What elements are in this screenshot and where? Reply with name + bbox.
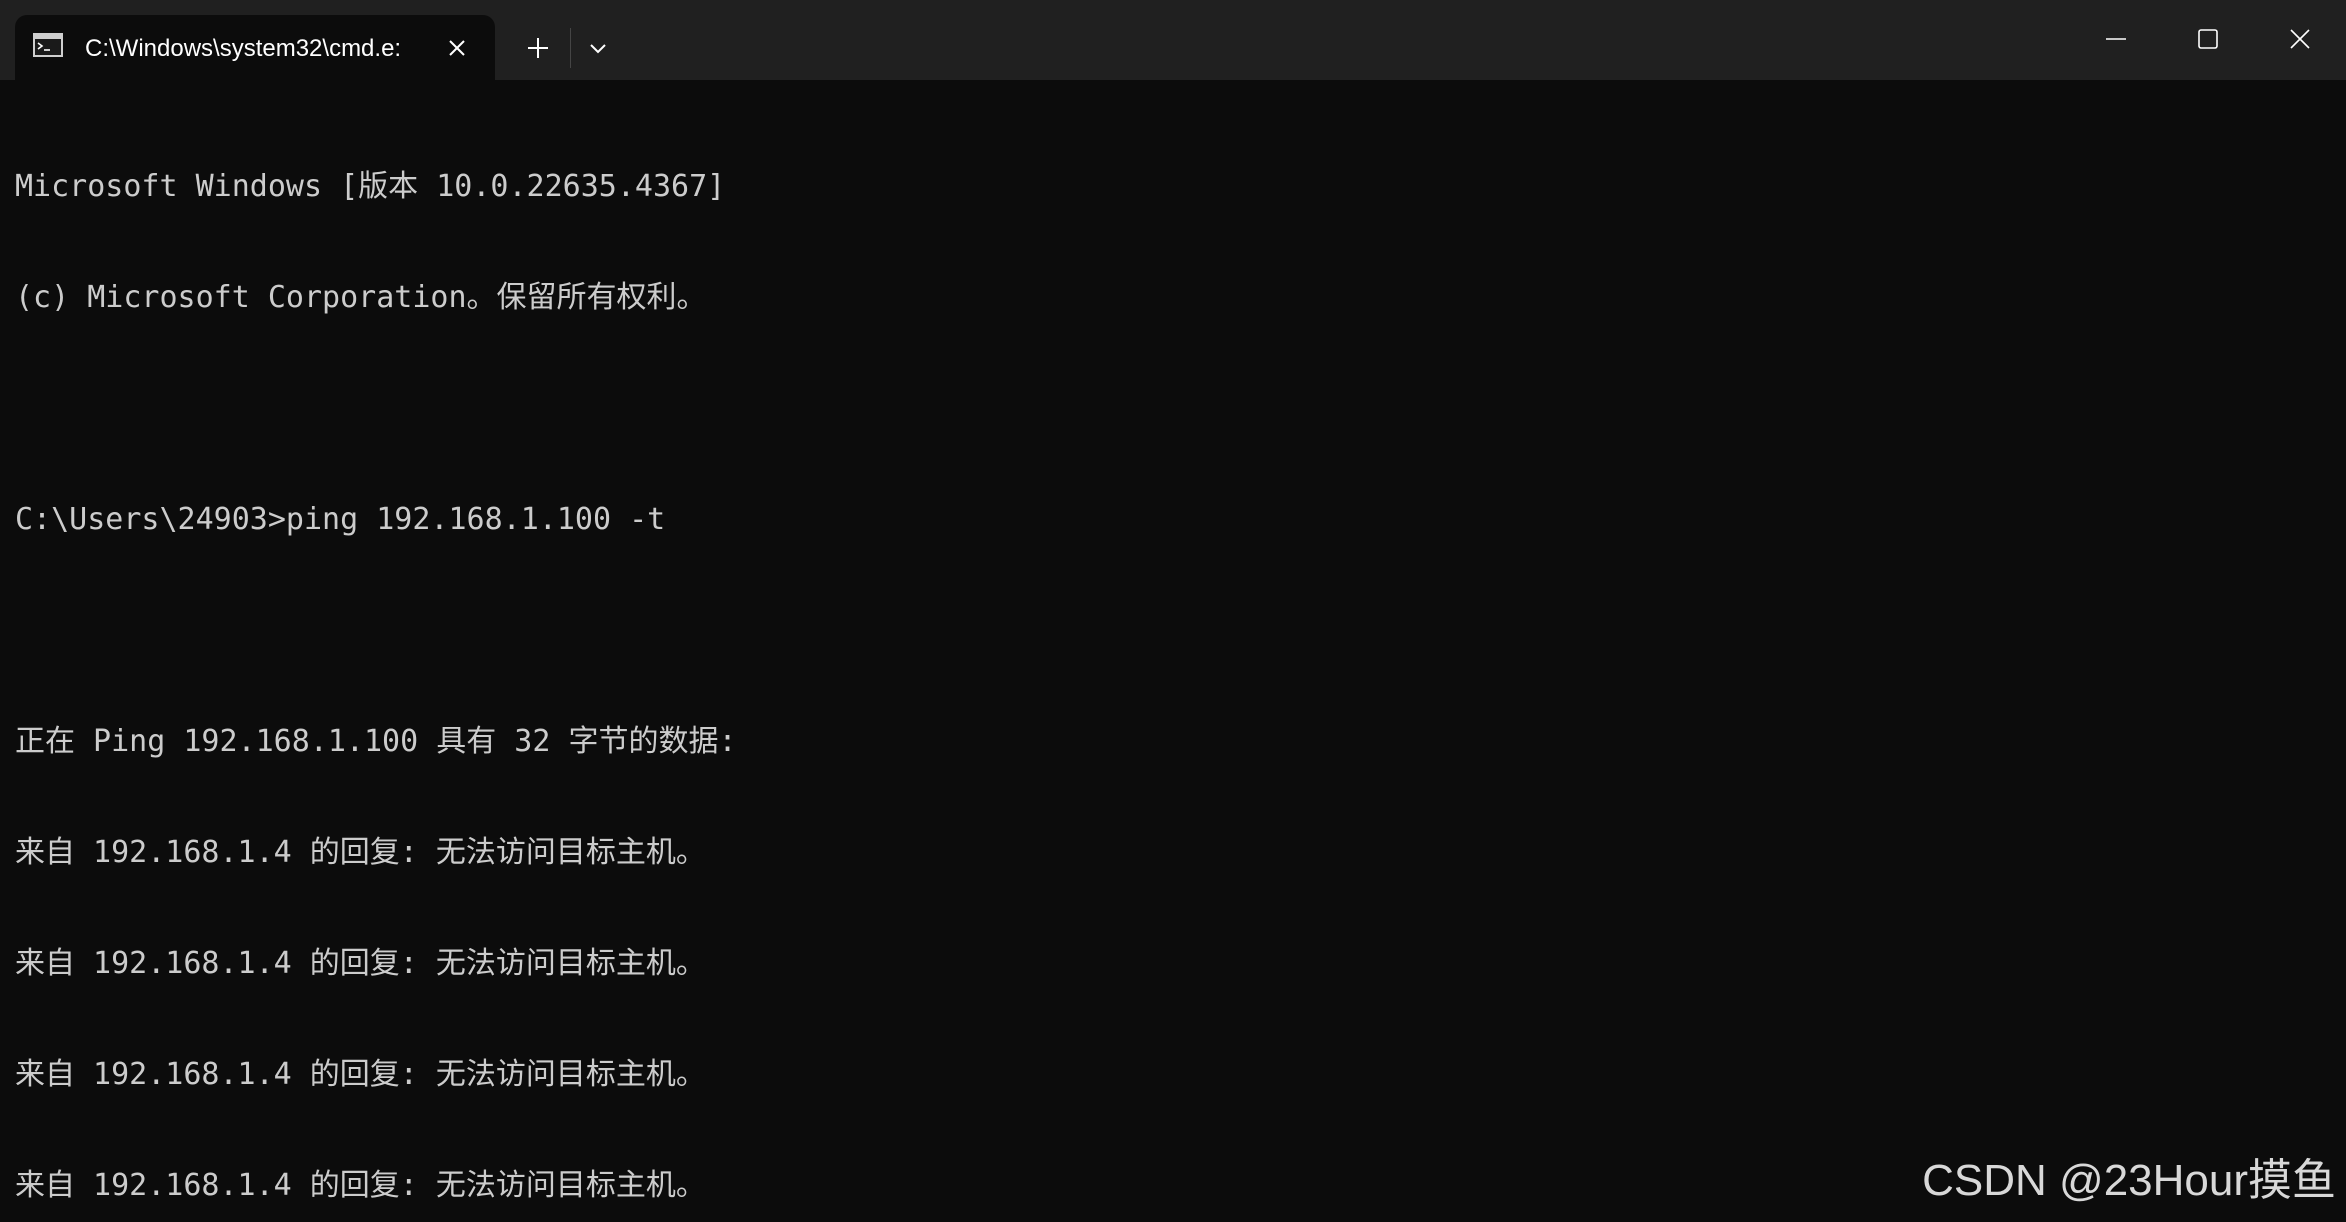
console-line: (c) Microsoft Corporation。保留所有权利。 (15, 280, 707, 315)
profile-dropdown-button[interactable] (578, 28, 618, 68)
plus-icon (528, 38, 548, 58)
console-line: Microsoft Windows [版本 10.0.22635.4367] (15, 169, 726, 204)
chevron-down-icon (590, 44, 606, 54)
console-line: C:\Users\24903>ping 192.168.1.100 -t (15, 502, 666, 537)
close-icon (449, 40, 465, 56)
console-line: 来自 192.168.1.4 的回复: 无法访问目标主机。 (15, 1057, 706, 1092)
maximize-button[interactable] (2162, 0, 2254, 78)
title-bar[interactable]: C:\Windows\system32\cmd.e: (0, 0, 2346, 80)
close-icon (2290, 29, 2310, 49)
maximize-icon (2198, 29, 2218, 49)
new-tab-button[interactable] (518, 28, 558, 68)
watermark: CSDN @23Hour摸鱼 (1922, 1156, 2336, 1205)
console-output[interactable]: Microsoft Windows [版本 10.0.22635.4367] (… (15, 94, 2315, 1203)
console-line: 来自 192.168.1.4 的回复: 无法访问目标主机。 (15, 835, 706, 870)
close-window-button[interactable] (2254, 0, 2346, 78)
close-tab-button[interactable] (440, 31, 474, 65)
terminal-window: C:\Windows\system32\cmd.e: Microsoft Win… (0, 0, 2346, 1222)
console-line: 正在 Ping 192.168.1.100 具有 32 字节的数据: (15, 724, 737, 759)
tab-title: C:\Windows\system32\cmd.e: (85, 35, 402, 62)
cmd-prompt-icon (33, 33, 63, 57)
console-line: 来自 192.168.1.4 的回复: 无法访问目标主机。 (15, 946, 706, 981)
tab-cmd[interactable]: C:\Windows\system32\cmd.e: (15, 15, 495, 80)
tab-separator (570, 28, 571, 68)
minimize-button[interactable] (2070, 0, 2162, 78)
minimize-icon (2106, 38, 2126, 40)
